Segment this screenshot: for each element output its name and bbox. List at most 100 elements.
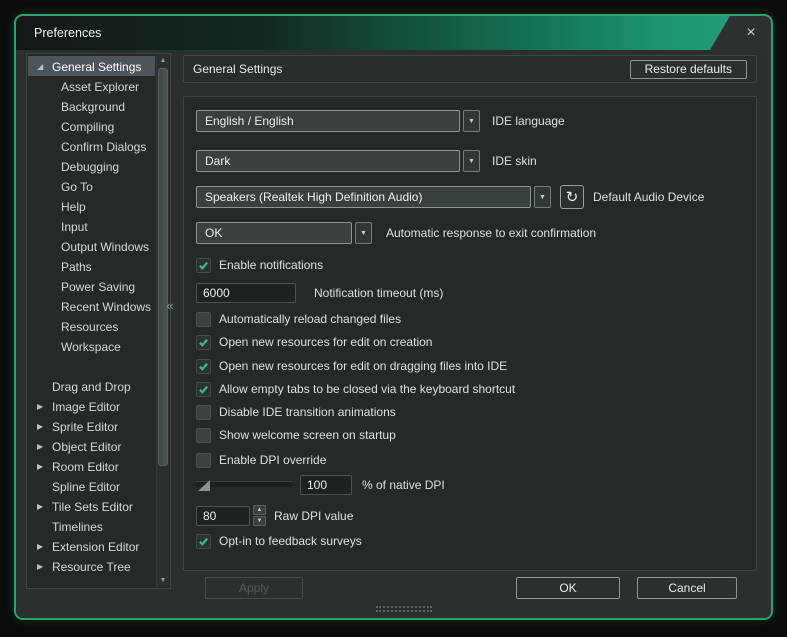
- sidebar-item[interactable]: Output Windows: [28, 236, 155, 256]
- titlebar[interactable]: Preferences ×: [16, 16, 771, 50]
- sidebar-item-label: Background: [61, 100, 125, 114]
- apply-button[interactable]: Apply: [205, 577, 303, 599]
- sidebar-item[interactable]: Go To: [28, 176, 155, 196]
- preferences-dialog: Preferences × ◢General Settings Asset Ex…: [14, 14, 773, 620]
- check-icon: [198, 384, 209, 395]
- raw-dpi-input[interactable]: [196, 506, 250, 526]
- sidebar-item[interactable]: Workspace: [28, 336, 155, 356]
- auto-reload-label: Automatically reload changed files: [219, 312, 401, 326]
- sidebar-item-label: Power Saving: [61, 280, 135, 294]
- ide-language-select[interactable]: English / English: [196, 110, 460, 132]
- tree-arrow-icon[interactable]: ▶: [37, 417, 52, 437]
- sidebar-item-label: Resources: [61, 320, 118, 334]
- sidebar-item[interactable]: ▶Sprite Editor: [28, 416, 155, 436]
- sidebar-item[interactable]: Recent Windows: [28, 296, 155, 316]
- notification-timeout-row: Notification timeout (ms): [196, 283, 756, 303]
- restore-defaults-button[interactable]: Restore defaults: [630, 60, 747, 79]
- open-on-creation-row: Open new resources for edit on creation: [196, 334, 756, 350]
- tree-arrow-icon[interactable]: ▶: [37, 437, 52, 457]
- audio-device-dropdown-button[interactable]: ▼: [534, 186, 551, 208]
- sidebar-item-label: Tile Sets Editor: [52, 500, 133, 514]
- scroll-down-icon[interactable]: ▼: [157, 575, 169, 587]
- scroll-up-icon[interactable]: ▲: [157, 55, 169, 67]
- sidebar-item[interactable]: Background: [28, 96, 155, 116]
- sidebar-collapse-button[interactable]: «: [163, 298, 177, 313]
- open-on-creation-label: Open new resources for edit on creation: [219, 335, 432, 349]
- tree-arrow-icon[interactable]: ▶: [37, 537, 52, 557]
- stepper-down-button[interactable]: ▼: [253, 516, 266, 526]
- refresh-audio-devices-button[interactable]: ↻: [560, 185, 584, 209]
- sidebar-item-label: Recent Windows: [61, 300, 151, 314]
- sidebar-item[interactable]: Power Saving: [28, 276, 155, 296]
- panel-header: General Settings Restore defaults: [183, 55, 757, 83]
- sidebar-item[interactable]: Drag and Drop: [28, 376, 155, 396]
- sidebar-item[interactable]: ▶Object Editor: [28, 436, 155, 456]
- sidebar-item-label: Compiling: [61, 120, 114, 134]
- sidebar-item[interactable]: Help: [28, 196, 155, 216]
- sidebar-item[interactable]: Confirm Dialogs: [28, 136, 155, 156]
- sidebar-item-label: Spline Editor: [52, 480, 120, 494]
- tree-arrow-icon[interactable]: ▶: [37, 457, 52, 477]
- feedback-surveys-label: Opt-in to feedback surveys: [219, 534, 362, 548]
- ide-language-row: English / English ▼ IDE language: [196, 110, 756, 132]
- sidebar-item[interactable]: Input: [28, 216, 155, 236]
- sidebar-item[interactable]: ▶Extension Editor: [28, 536, 155, 556]
- tree-arrow-icon[interactable]: ◢: [37, 57, 52, 77]
- enable-notifications-label: Enable notifications: [219, 258, 323, 272]
- sidebar-item[interactable]: Spline Editor: [28, 476, 155, 496]
- stepper-up-button[interactable]: ▲: [253, 505, 266, 515]
- sidebar-item[interactable]: ▶Resource Tree: [28, 556, 155, 576]
- ide-skin-dropdown-button[interactable]: ▼: [463, 150, 480, 172]
- sidebar-item[interactable]: ▶Room Editor: [28, 456, 155, 476]
- caret-down-icon: ▼: [257, 518, 263, 524]
- exit-confirmation-dropdown-button[interactable]: ▼: [355, 222, 372, 244]
- welcome-screen-label: Show welcome screen on startup: [219, 428, 396, 442]
- open-on-creation-checkbox[interactable]: [196, 335, 211, 350]
- feedback-surveys-checkbox[interactable]: [196, 534, 211, 549]
- resize-grip[interactable]: [376, 606, 432, 612]
- sidebar-item-label: Room Editor: [52, 460, 119, 474]
- ide-skin-label: IDE skin: [492, 154, 537, 168]
- ok-button[interactable]: OK: [516, 577, 620, 599]
- allow-empty-tabs-checkbox[interactable]: [196, 382, 211, 397]
- enable-notifications-checkbox[interactable]: [196, 258, 211, 273]
- ide-language-dropdown-button[interactable]: ▼: [463, 110, 480, 132]
- open-on-drag-checkbox[interactable]: [196, 359, 211, 374]
- sidebar-item[interactable]: ◢General Settings: [28, 56, 155, 76]
- dpi-scale-slider[interactable]: [196, 478, 292, 492]
- settings-panel: English / English ▼ IDE language Dark ▼ …: [183, 96, 757, 571]
- audio-device-select[interactable]: Speakers (Realtek High Definition Audio): [196, 186, 531, 208]
- sidebar-item[interactable]: Paths: [28, 256, 155, 276]
- tree-arrow-icon[interactable]: ▶: [37, 497, 52, 517]
- welcome-screen-checkbox[interactable]: [196, 428, 211, 443]
- scrollbar-thumb[interactable]: [158, 68, 168, 466]
- open-on-drag-label: Open new resources for edit on dragging …: [219, 359, 507, 373]
- dpi-override-checkbox[interactable]: [196, 453, 211, 468]
- disable-animations-row: Disable IDE transition animations: [196, 404, 756, 420]
- tree-arrow-icon[interactable]: ▶: [37, 557, 52, 577]
- sidebar-item-label: Sprite Editor: [52, 420, 118, 434]
- sidebar-item[interactable]: Timelines: [28, 516, 155, 536]
- disable-animations-checkbox[interactable]: [196, 405, 211, 420]
- sidebar-item[interactable]: Resources: [28, 316, 155, 336]
- close-button[interactable]: ×: [741, 24, 761, 42]
- sidebar-scrollbar[interactable]: ▲ ▼: [156, 55, 169, 587]
- dpi-scale-input[interactable]: [300, 475, 352, 495]
- tree-arrow-icon[interactable]: ▶: [37, 397, 52, 417]
- sidebar-item[interactable]: Asset Explorer: [28, 76, 155, 96]
- sidebar-item[interactable]: Compiling: [28, 116, 155, 136]
- audio-device-label: Default Audio Device: [593, 190, 704, 204]
- sidebar-item-label: General Settings: [52, 60, 141, 74]
- welcome-screen-row: Show welcome screen on startup: [196, 427, 756, 443]
- exit-confirmation-select[interactable]: OK: [196, 222, 352, 244]
- enable-notifications-row: Enable notifications: [196, 257, 756, 273]
- sidebar-item[interactable]: ▶Tile Sets Editor: [28, 496, 155, 516]
- cancel-button[interactable]: Cancel: [637, 577, 737, 599]
- notification-timeout-input[interactable]: [196, 283, 296, 303]
- sidebar-item[interactable]: ▶Image Editor: [28, 396, 155, 416]
- auto-reload-checkbox[interactable]: [196, 312, 211, 327]
- chevron-down-icon: ▼: [360, 230, 367, 237]
- ide-skin-select[interactable]: Dark: [196, 150, 460, 172]
- slider-track: [196, 481, 292, 487]
- sidebar-item[interactable]: Debugging: [28, 156, 155, 176]
